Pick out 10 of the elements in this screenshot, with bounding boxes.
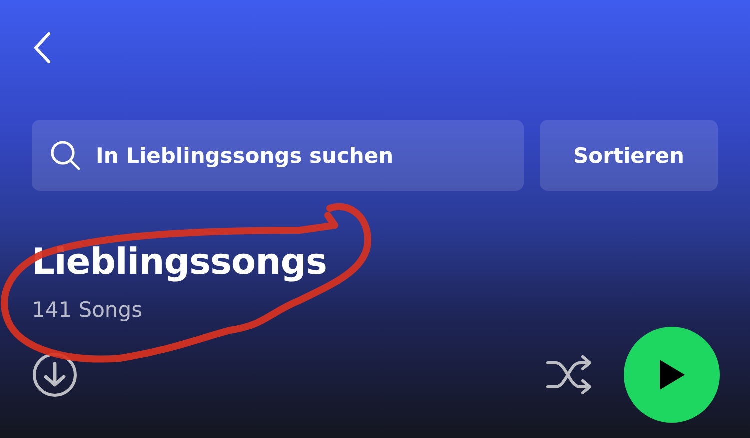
playlist-title: Lieblingssongs [32, 241, 327, 285]
download-icon [32, 352, 78, 398]
song-count: 141 Songs [32, 297, 144, 323]
sort-button[interactable]: Sortieren [540, 120, 718, 191]
play-icon [657, 358, 687, 392]
search-icon [50, 140, 82, 172]
shuffle-button[interactable] [546, 355, 594, 395]
shuffle-icon [546, 355, 594, 395]
back-icon [32, 31, 52, 65]
download-button[interactable] [32, 352, 78, 398]
